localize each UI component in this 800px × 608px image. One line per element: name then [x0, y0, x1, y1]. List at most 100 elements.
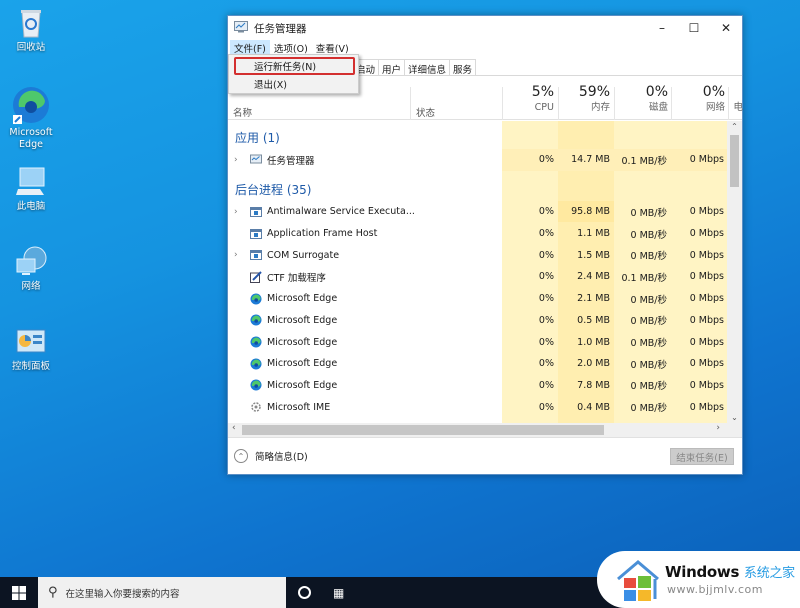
network-percent: 0% [702, 84, 725, 100]
desktop-icon-label: 控制面板 [11, 361, 50, 372]
vertical-scrollbar[interactable]: ⌃ ⌄ [727, 121, 742, 423]
horizontal-scrollbar[interactable]: ‹ › [228, 423, 742, 437]
column-status[interactable]: 状态 [416, 105, 435, 119]
desktop-icon-recycle-bin[interactable]: 回收站 [4, 6, 58, 54]
power-label: 电 [733, 102, 743, 113]
process-row[interactable]: Microsoft Edge 0% 1.0 MB 0 MB/秒 0 Mbps [228, 331, 728, 353]
process-cpu: 0% [538, 314, 554, 326]
minimize-button[interactable]: – [646, 16, 678, 40]
fewer-details-button[interactable]: ⌃ 简略信息(D) [234, 449, 308, 463]
network-label: 网络 [705, 102, 725, 113]
desktop-icon-network[interactable]: 网络 [4, 245, 58, 293]
desktop-icon-control-panel[interactable]: 控制面板 [4, 325, 58, 373]
group-background: 后台进程 (35) [235, 183, 312, 197]
maximize-button[interactable]: ☐ [678, 16, 710, 40]
menu-options[interactable]: 选项(O) [270, 40, 312, 55]
column-cpu[interactable]: 5% CPU [504, 83, 554, 114]
scroll-down-icon[interactable]: ⌄ [727, 413, 742, 422]
process-row[interactable]: Microsoft Edge 0% 7.8 MB 0 MB/秒 0 Mbps [228, 375, 728, 397]
windows-logo-icon [12, 585, 26, 600]
service-icon [250, 249, 262, 261]
process-row[interactable]: Microsoft Edge 0% 2.0 MB 0 MB/秒 0 Mbps [228, 353, 728, 375]
process-network: 0 Mbps [689, 206, 724, 218]
process-memory: 7.8 MB [577, 379, 610, 391]
desktop-icon-edge[interactable]: Microsoft Edge [4, 85, 58, 151]
memory-label: 内存 [590, 102, 610, 113]
cpu-label: CPU [534, 102, 554, 113]
scroll-left-icon[interactable]: ‹ [232, 423, 236, 433]
process-row[interactable]: › Antimalware Service Executa... 0% 95.8 MB… [228, 201, 728, 223]
disk-label: 磁盘 [648, 102, 668, 113]
column-power[interactable]: 电 [731, 101, 743, 114]
vertical-scroll-thumb[interactable] [730, 135, 739, 187]
process-disk: 0 MB/秒 [630, 403, 667, 415]
task-manager-icon [250, 154, 262, 166]
ime-icon [250, 401, 262, 413]
column-disk[interactable]: 0% 磁盘 [616, 83, 668, 114]
process-network: 0 Mbps [689, 336, 724, 348]
process-cpu: 0% [538, 228, 554, 240]
process-disk: 0 MB/秒 [630, 251, 667, 263]
desktop-icon-this-pc[interactable]: 此电脑 [4, 165, 58, 213]
menu-item-exit[interactable]: 退出(X) [234, 75, 355, 93]
process-row[interactable]: › 任务管理器 0% 14.7 MB 0.1 MB/秒 0 Mbps [228, 149, 728, 171]
ctf-loader-icon [250, 271, 262, 283]
process-disk: 0 MB/秒 [630, 229, 667, 241]
process-name: COM Surrogate [267, 249, 340, 261]
process-row[interactable]: Microsoft Edge 0% 0.5 MB 0 MB/秒 0 Mbps [228, 310, 728, 332]
cpu-percent: 5% [531, 84, 554, 100]
expand-chevron-icon[interactable]: › [234, 250, 238, 260]
network-icon [14, 245, 48, 279]
tab-services[interactable]: 服务 [449, 59, 477, 76]
process-network: 0 Mbps [689, 293, 724, 305]
cortana-icon[interactable] [298, 586, 311, 599]
process-row[interactable]: Application Frame Host 0% 1.1 MB 0 MB/秒 0 Mb… [228, 223, 728, 245]
tab-users[interactable]: 用户 [378, 59, 406, 76]
menu-view[interactable]: 查看(V) [312, 40, 353, 55]
process-name: Antimalware Service Executa... [267, 206, 415, 218]
column-name[interactable]: 名称 [233, 105, 252, 119]
task-view-icon[interactable]: ▦ [333, 586, 344, 600]
process-network: 0 Mbps [689, 228, 724, 240]
process-name: Microsoft IME [267, 401, 331, 413]
menu-file[interactable]: 文件(F) [230, 40, 270, 55]
process-row[interactable]: CTF 加载程序 0% 2.4 MB 0.1 MB/秒 0 Mbps [228, 266, 728, 288]
control-panel-icon [14, 325, 48, 359]
process-cpu: 0% [538, 206, 554, 218]
process-cpu: 0% [538, 379, 554, 391]
process-cpu: 0% [538, 154, 554, 166]
expand-chevron-icon[interactable]: › [234, 207, 238, 217]
chevron-up-icon: ⌃ [234, 449, 248, 463]
service-icon [250, 228, 262, 240]
menu-item-run-new-task[interactable]: 运行新任务(N) [234, 57, 355, 75]
process-row[interactable]: Microsoft IME 0% 0.4 MB 0 MB/秒 0 Mbps [228, 396, 728, 418]
process-cpu: 0% [538, 401, 554, 413]
tab-details[interactable]: 详细信息 [404, 59, 451, 76]
desktop-icon-label: 网络 [21, 281, 41, 292]
scroll-up-icon[interactable]: ⌃ [727, 122, 742, 131]
process-row[interactable]: › COM Surrogate 0% 1.5 MB 0 MB/秒 0 Mbps [228, 244, 728, 266]
desktop-icon-label: 回收站 [16, 42, 46, 53]
expand-chevron-icon[interactable]: › [234, 155, 238, 165]
process-name: CTF 加载程序 [267, 272, 326, 284]
edge-icon [250, 358, 262, 370]
column-memory[interactable]: 59% 内存 [560, 83, 610, 114]
process-memory: 14.7 MB [571, 154, 610, 166]
start-button[interactable] [0, 577, 38, 608]
process-cpu: 0% [538, 249, 554, 261]
process-row[interactable]: Microsoft Edge 0% 2.1 MB 0 MB/秒 0 Mbps [228, 288, 728, 310]
taskbar-search-box[interactable]: ⚲ 在这里输入你要搜索的内容 [38, 577, 286, 608]
file-menu-dropdown: 运行新任务(N) 退出(X) [228, 54, 359, 94]
process-memory: 2.1 MB [577, 293, 610, 305]
process-disk: 0 MB/秒 [630, 359, 667, 371]
this-pc-icon [14, 165, 48, 199]
process-name: Application Frame Host [267, 228, 378, 240]
process-disk: 0.1 MB/秒 [621, 272, 667, 284]
process-name: 任务管理器 [267, 155, 315, 167]
end-task-button[interactable]: 结束任务(E) [670, 448, 734, 465]
horizontal-scroll-thumb[interactable] [242, 425, 604, 435]
column-network[interactable]: 0% 网络 [673, 83, 725, 114]
close-button[interactable]: ✕ [710, 16, 742, 40]
scroll-right-icon[interactable]: › [716, 423, 720, 433]
edge-icon [11, 85, 51, 125]
